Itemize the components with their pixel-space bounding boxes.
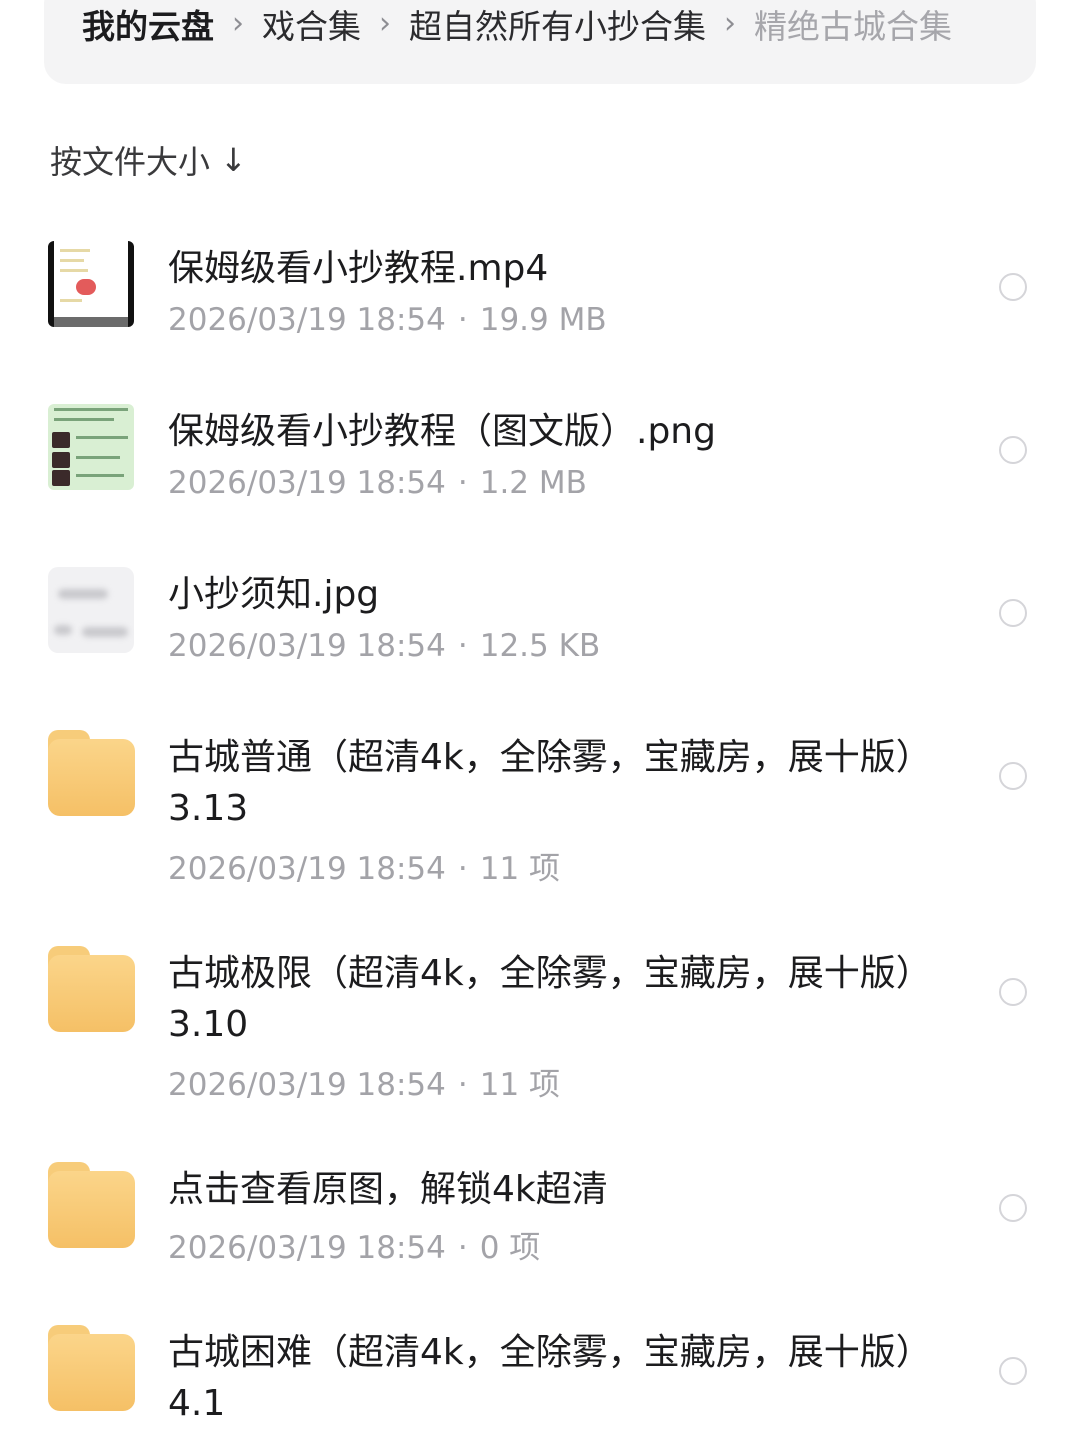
- breadcrumb-item-supernatural[interactable]: 超自然所有小抄合集: [409, 0, 706, 48]
- file-date: 2026/03/19 18:54: [168, 1230, 446, 1266]
- meta-dot: ·: [457, 1230, 468, 1266]
- folder-icon: [48, 1325, 135, 1411]
- video-thumbnail-icon: [48, 241, 134, 327]
- sort-button[interactable]: 按文件大小 ↓: [50, 136, 247, 184]
- file-meta: 2026/03/19 18:54 · 19.9 MB: [168, 302, 607, 338]
- file-meta: 2026/03/19 18:54 · 0 项: [168, 1222, 540, 1267]
- folder-icon: [48, 946, 135, 1032]
- file-name: 保姆级看小抄教程.mp4: [168, 248, 549, 289]
- file-date: 2026/03/19 18:54: [168, 465, 446, 501]
- file-name: 保姆级看小抄教程（图文版）.png: [168, 411, 716, 452]
- image-thumbnail-icon: [48, 567, 134, 653]
- file-date: 2026/03/19 18:54: [168, 302, 446, 338]
- chevron-right-icon: ›: [379, 6, 391, 41]
- meta-dot: ·: [457, 465, 468, 501]
- meta-dot: ·: [457, 851, 468, 887]
- sort-label: 按文件大小: [50, 143, 211, 181]
- folder-icon: [48, 1162, 135, 1248]
- file-meta: 2026/03/19 18:54 · 11 项: [168, 843, 560, 888]
- folder-name: 古城极限（超清4k，全除雾，宝藏房，展十版）3.10: [168, 953, 932, 1045]
- select-radio[interactable]: [999, 599, 1027, 627]
- file-meta: 2026/03/19 18:54 · 1.2 MB: [168, 465, 587, 501]
- meta-dot: ·: [457, 628, 468, 664]
- meta-dot: ·: [457, 302, 468, 338]
- image-thumbnail-icon: [48, 404, 134, 490]
- select-radio[interactable]: [999, 273, 1027, 301]
- item-count: 0 项: [479, 1230, 541, 1266]
- folder-name: 古城普通（超清4k，全除雾，宝藏房，展十版）3.13: [168, 737, 932, 829]
- chevron-right-icon: ›: [724, 6, 736, 41]
- item-count: 11 项: [479, 1067, 561, 1103]
- file-date: 2026/03/19 18:54: [168, 851, 446, 887]
- breadcrumb-item-current: 精绝古城合集: [754, 7, 952, 46]
- file-size: 12.5 KB: [479, 628, 601, 664]
- breadcrumb-item-root[interactable]: 我的云盘: [82, 0, 214, 48]
- file-date: 2026/03/19 18:54: [168, 628, 446, 664]
- file-meta: 2026/03/19 18:54 · 12.5 KB: [168, 628, 600, 664]
- file-browser: 我的云盘 › 戏合集 › 超自然所有小抄合集 › 精绝古城合集 按文件大小 ↓ …: [0, 0, 1080, 1440]
- folder-name: 点击查看原图，解锁4k超清: [168, 1169, 608, 1210]
- breadcrumb: 我的云盘 › 戏合集 › 超自然所有小抄合集 › 精绝古城合集: [44, 0, 1036, 84]
- chevron-right-icon: ›: [232, 6, 244, 41]
- select-radio[interactable]: [999, 1357, 1027, 1385]
- file-size: 1.2 MB: [479, 465, 587, 501]
- select-radio[interactable]: [999, 1194, 1027, 1222]
- arrow-down-icon: ↓: [220, 141, 247, 179]
- file-size: 19.9 MB: [479, 302, 607, 338]
- select-radio[interactable]: [999, 978, 1027, 1006]
- file-name: 小抄须知.jpg: [168, 574, 380, 615]
- folder-name: 古城困难（超清4k，全除雾，宝藏房，展十版）4.1: [168, 1332, 932, 1424]
- meta-dot: ·: [457, 1067, 468, 1103]
- select-radio[interactable]: [999, 762, 1027, 790]
- item-count: 11 项: [479, 851, 561, 887]
- file-meta: 2026/03/19 18:54 · 11 项: [168, 1059, 560, 1104]
- select-radio[interactable]: [999, 436, 1027, 464]
- folder-icon: [48, 730, 135, 816]
- breadcrumb-item-games[interactable]: 戏合集: [262, 0, 361, 48]
- file-date: 2026/03/19 18:54: [168, 1067, 446, 1103]
